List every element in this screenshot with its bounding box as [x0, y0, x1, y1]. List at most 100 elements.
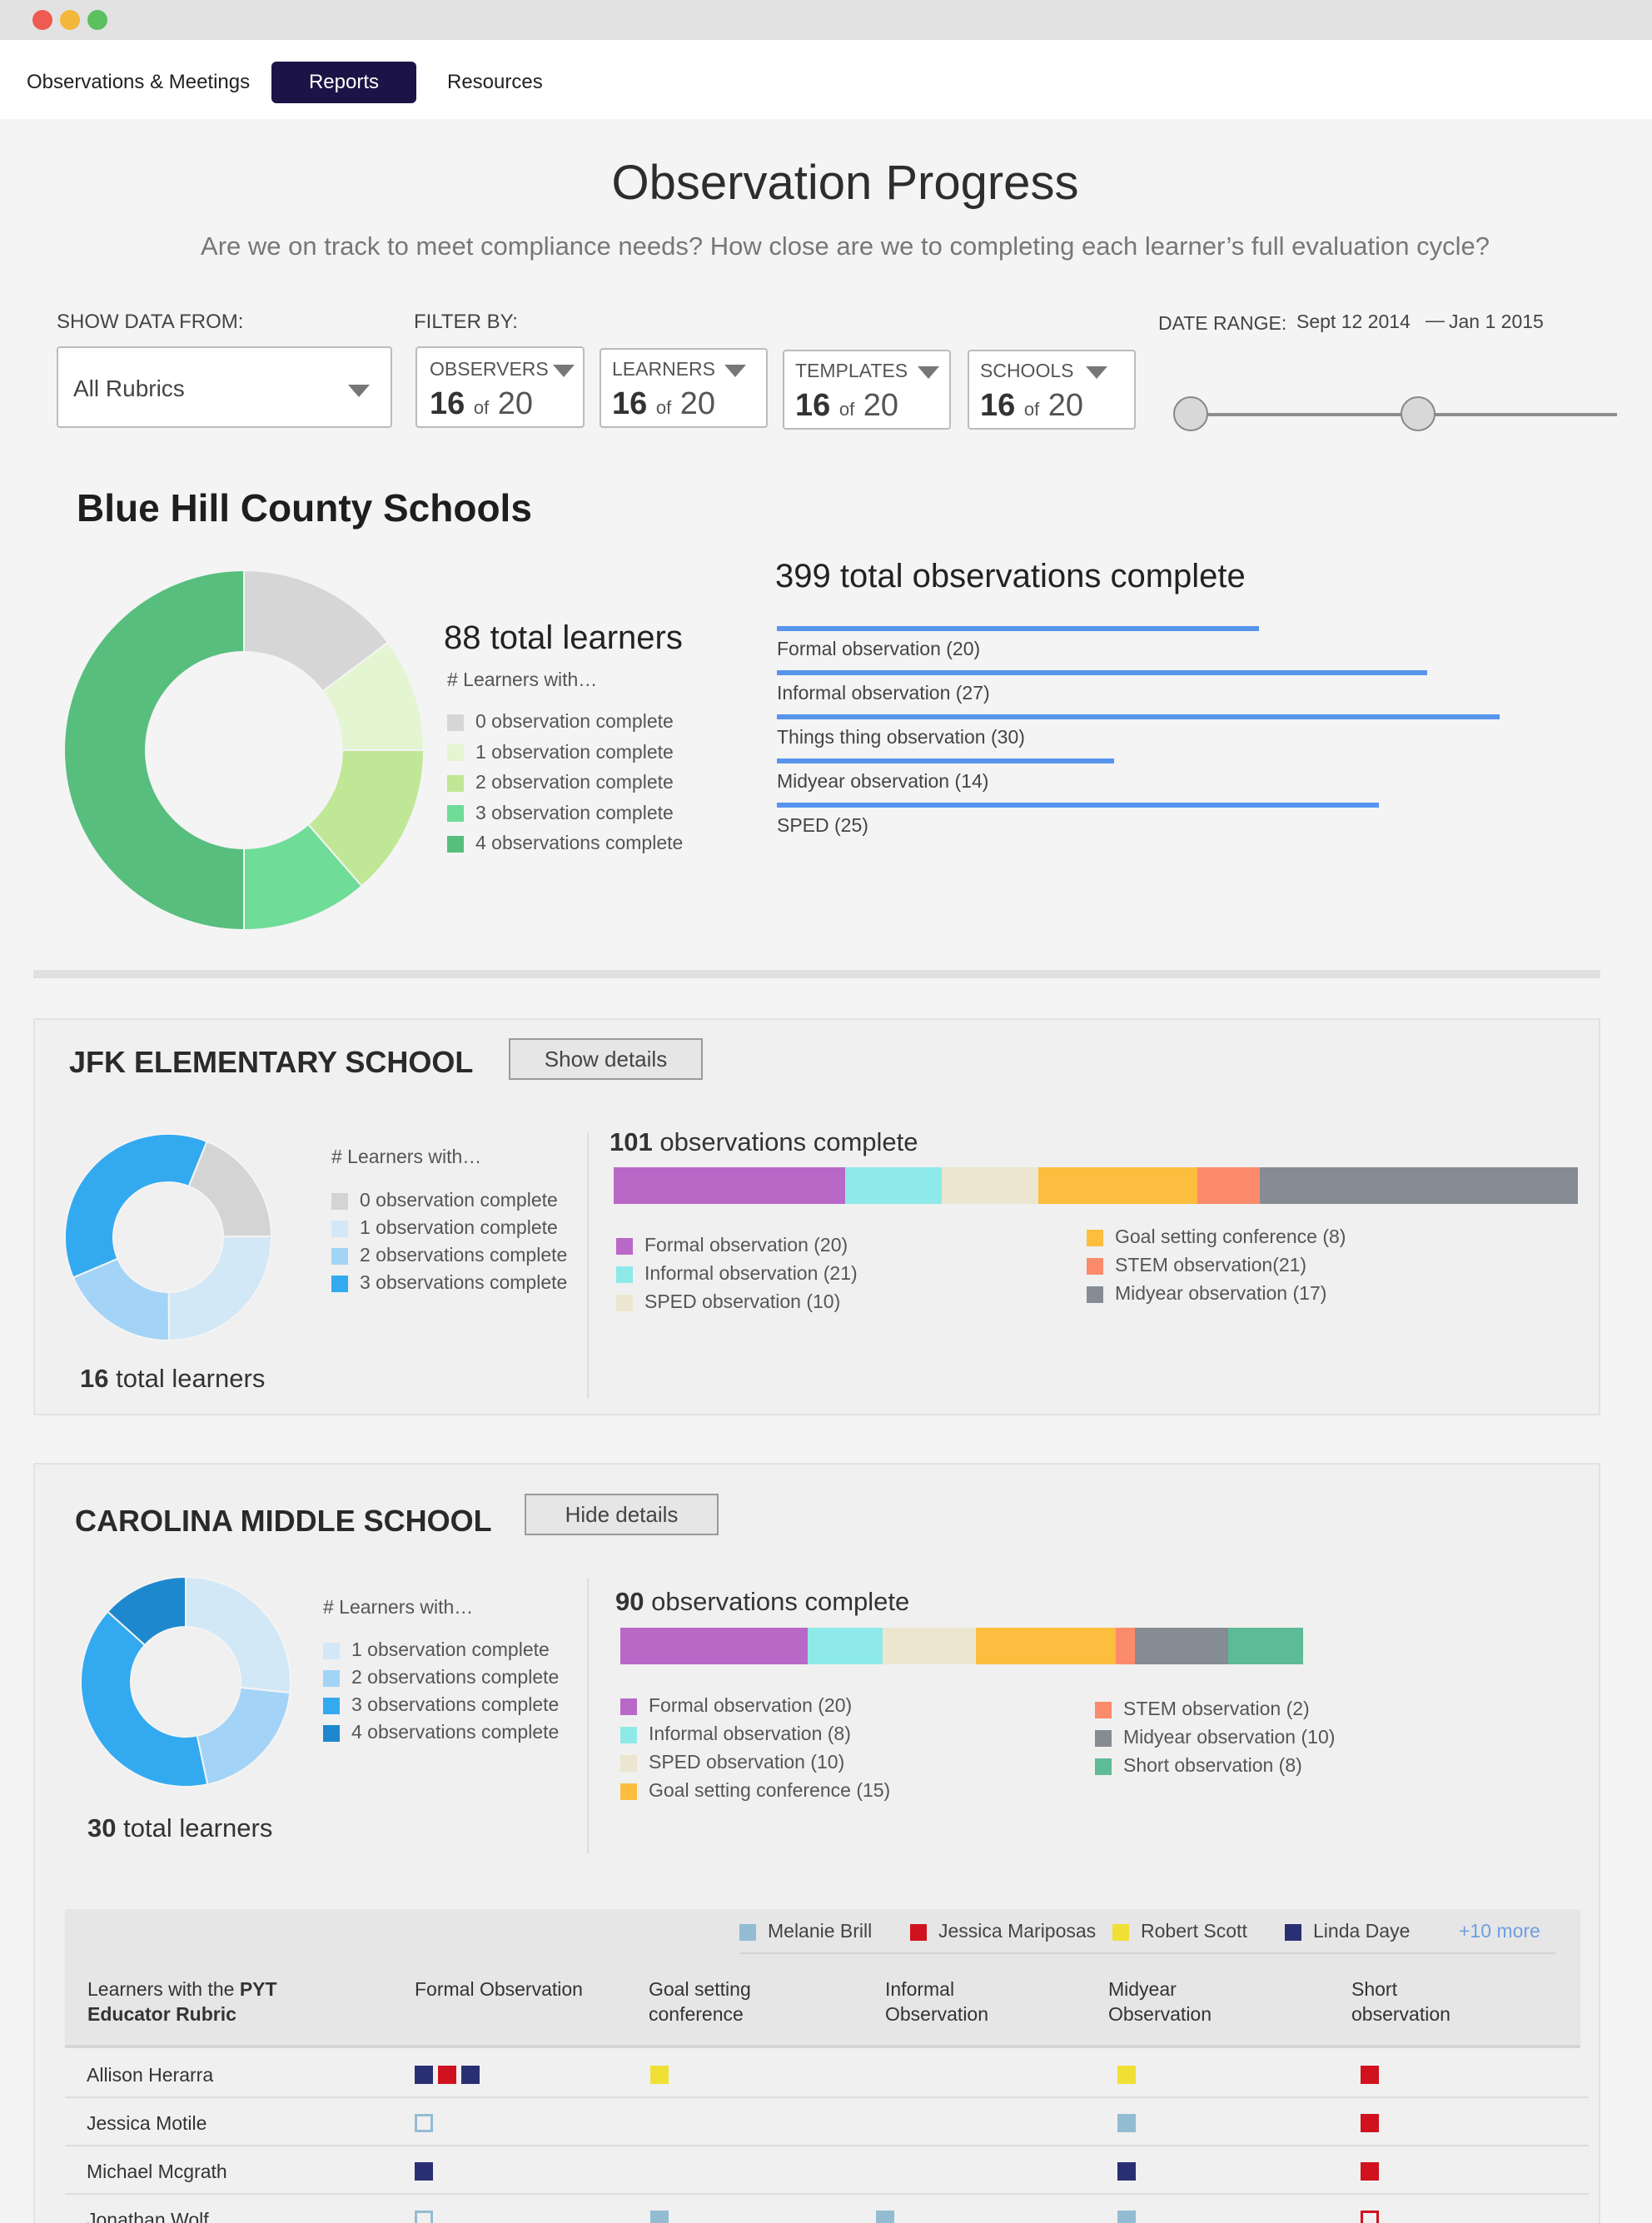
observation-bar-label: Things thing observation (30) — [777, 726, 1025, 748]
legend-label: 0 observation complete — [475, 710, 674, 732]
observation-completed-marker[interactable] — [650, 2066, 669, 2084]
legend-label: 4 observations complete — [475, 832, 684, 853]
observation-legend-item: STEM observation(21) — [1087, 1254, 1306, 1276]
learner-name[interactable]: Michael Mcgrath — [87, 2161, 227, 2183]
carolina-learners-slice — [185, 1576, 291, 1694]
nav-reports[interactable]: Reports — [271, 62, 416, 103]
chevron-down-icon — [918, 366, 939, 379]
observation-legend-item: Midyear observation (17) — [1087, 1282, 1326, 1305]
carolina-learners-legend-item: 4 observations complete — [323, 1721, 559, 1743]
observation-legend-item: Short observation (8) — [1095, 1754, 1302, 1777]
show-data-label: SHOW DATA FROM: — [57, 311, 244, 333]
legend-swatch — [1095, 1701, 1112, 1718]
observation-completed-marker[interactable] — [415, 2066, 433, 2084]
schools-filter[interactable]: SCHOOLS 16 of 20 — [968, 350, 1136, 430]
observation-stack-segment — [882, 1628, 976, 1664]
legend-swatch — [447, 744, 464, 762]
observation-bar-label: SPED (25) — [777, 814, 868, 836]
observation-completed-marker[interactable] — [415, 2162, 433, 2181]
legend-label: 2 observations complete — [360, 1244, 568, 1266]
learner-name[interactable]: Jonathan Wolf — [87, 2209, 209, 2223]
legend-label: 3 observations complete — [351, 1693, 560, 1715]
column-midyear-observation[interactable]: Midyear Observation — [1108, 1977, 1212, 2027]
legend-swatch — [447, 714, 464, 731]
legend-label: 3 observations complete — [360, 1271, 568, 1293]
more-observers-link[interactable]: +10 more — [1459, 1920, 1540, 1942]
templates-filter[interactable]: TEMPLATES 16 of 20 — [783, 350, 951, 430]
observation-stack-segment — [614, 1167, 845, 1204]
date-range-start-handle[interactable] — [1173, 396, 1208, 431]
legend-label: 3 observation complete — [475, 801, 674, 823]
legend-label: Midyear observation (10) — [1123, 1726, 1336, 1748]
observer-name: Robert Scott — [1141, 1920, 1247, 1942]
date-range-end-handle[interactable] — [1400, 396, 1436, 431]
observation-bar — [777, 714, 1500, 719]
chevron-down-icon — [1086, 366, 1107, 379]
jfk-learners-donut — [64, 1133, 273, 1342]
observation-completed-marker[interactable] — [876, 2211, 894, 2223]
close-icon[interactable] — [32, 10, 52, 30]
legend-swatch — [1285, 1923, 1301, 1941]
observation-completed-marker[interactable] — [1117, 2066, 1136, 2084]
legend-label: SPED observation (10) — [649, 1751, 845, 1773]
legend-label: Midyear observation (17) — [1115, 1282, 1327, 1304]
hide-details-button[interactable]: Hide details — [525, 1494, 719, 1535]
legend-swatch — [620, 1698, 637, 1715]
observation-scheduled-marker[interactable] — [415, 2211, 433, 2223]
column-goal-setting-conference[interactable]: Goal setting conference — [649, 1977, 751, 2027]
rubric-select-value: All Rubrics — [73, 375, 185, 401]
chevron-down-icon — [348, 385, 370, 397]
observation-completed-marker[interactable] — [438, 2066, 456, 2084]
observation-completed-marker[interactable] — [1361, 2066, 1379, 2084]
jfk-learners-legend-item: 3 observations complete — [331, 1271, 567, 1294]
nav-observations-meetings[interactable]: Observations & Meetings — [27, 62, 251, 103]
carolina-school-name: CAROLINA MIDDLE SCHOOL — [75, 1504, 492, 1538]
learners-filter[interactable]: LEARNERS 16 of 20 — [600, 348, 768, 428]
page-title: Observation Progress — [611, 156, 1079, 210]
observation-stack-segment — [1134, 1628, 1229, 1664]
column-formal-observation[interactable]: Formal Observation — [415, 1977, 583, 2002]
observation-completed-marker[interactable] — [461, 2066, 480, 2084]
district-learners-legend-item: 3 observation complete — [447, 802, 674, 824]
observer-name: Melanie Brill — [768, 1920, 873, 1942]
district-learners-slice — [63, 569, 245, 931]
learner-name[interactable]: Jessica Motile — [87, 2112, 206, 2135]
date-range-track[interactable] — [1173, 396, 1617, 431]
observer-name: Linda Daye — [1313, 1920, 1411, 1942]
column-informal-observation[interactable]: Informal Observation — [885, 1977, 988, 2027]
observation-completed-marker[interactable] — [1361, 2114, 1379, 2132]
carolina-learners-legend-item: 1 observation complete — [323, 1639, 550, 1661]
jfk-observation-stack — [614, 1167, 1578, 1204]
observation-completed-marker[interactable] — [1117, 2162, 1136, 2181]
legend-label: 0 observation complete — [360, 1189, 558, 1211]
observers-filter-label: OBSERVERS — [430, 358, 549, 380]
observers-filter[interactable]: OBSERVERS 16 of 20 — [415, 346, 585, 428]
district-learners-legend-item: 2 observation complete — [447, 771, 674, 793]
table-header-rule — [65, 2045, 1580, 2048]
minimize-icon[interactable] — [60, 10, 80, 30]
observation-completed-marker[interactable] — [650, 2211, 669, 2223]
observation-legend-item: Goal setting conference (15) — [620, 1779, 890, 1802]
date-range-end: Jan 1 2015 — [1449, 311, 1544, 332]
rubric-select[interactable]: All Rubrics — [57, 346, 392, 428]
observation-legend-item: Goal setting conference (8) — [1087, 1226, 1346, 1248]
legend-label: 2 observations complete — [351, 1666, 560, 1688]
show-details-button[interactable]: Show details — [509, 1038, 703, 1080]
observer-legend-item: Melanie Brill — [739, 1920, 872, 1942]
observation-scheduled-marker[interactable] — [1361, 2211, 1379, 2223]
observation-stack-segment — [807, 1628, 883, 1664]
legend-label: STEM observation (2) — [1123, 1698, 1310, 1719]
learner-name[interactable]: Allison Herarra — [87, 2064, 213, 2086]
legend-swatch — [331, 1275, 348, 1292]
carolina-learners-total: 30 total learners — [87, 1813, 273, 1843]
zoom-icon[interactable] — [87, 10, 107, 30]
observation-completed-marker[interactable] — [1361, 2162, 1379, 2181]
observation-completed-marker[interactable] — [1117, 2114, 1136, 2132]
observation-stack-segment — [1116, 1628, 1135, 1664]
column-short-observation[interactable]: Short observation — [1351, 1977, 1450, 2027]
carolina-observation-legend: Formal observation (20) Informal observat… — [620, 1694, 1586, 1819]
observation-completed-marker[interactable] — [1117, 2211, 1136, 2223]
nav-resources[interactable]: Resources — [447, 62, 564, 103]
observation-scheduled-marker[interactable] — [415, 2114, 433, 2132]
district-learners-legend-item: 0 observation complete — [447, 710, 674, 733]
